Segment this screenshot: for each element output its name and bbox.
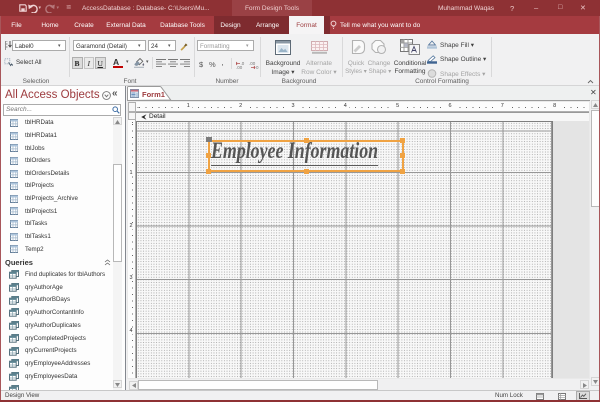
svg-text:.00: .00 [236,65,243,69]
